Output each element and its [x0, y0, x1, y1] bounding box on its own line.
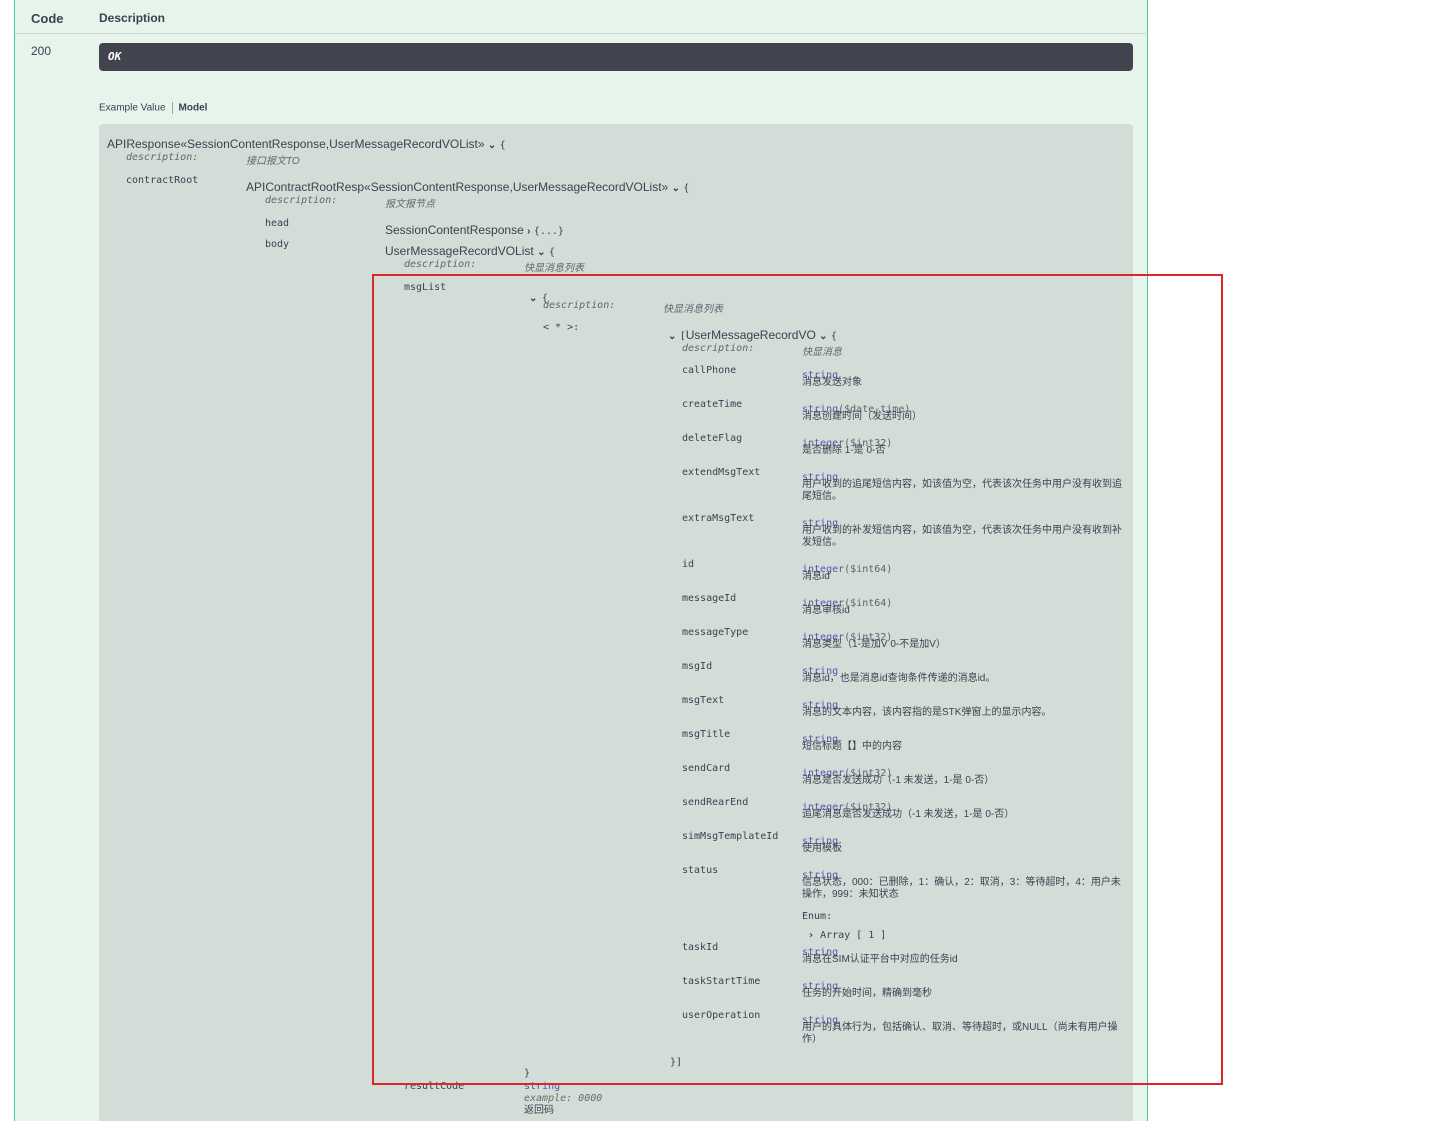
open-brace: { — [499, 140, 506, 151]
property-resultcode: resultCode — [404, 1081, 465, 1092]
description-key: description: — [682, 343, 755, 354]
example-model-tabs: Example Value Model — [99, 102, 207, 114]
property-name: messageId — [682, 593, 737, 604]
response-description-markdown: OK — [99, 43, 1133, 71]
open-brace: { — [548, 247, 555, 258]
property-description: 短信标题【】中的内容 — [802, 741, 902, 752]
property-name: msgId — [682, 661, 713, 672]
property-description: 用户收到的追尾短信内容，如该值为空，代表该次任务中用户没有收到追尾短信。 — [802, 479, 1122, 502]
property-name: id — [682, 559, 695, 570]
property-name: deleteFlag — [682, 433, 743, 444]
property-description: 用户的具体行为，包括确认、取消、等待超时，或NULL（尚未有用户操作） — [802, 1022, 1118, 1045]
property-name: createTime — [682, 399, 743, 410]
msglist-description: 快显消息列表 — [663, 304, 723, 315]
chevron-down-icon[interactable]: ⌄ — [672, 183, 680, 194]
model-title-head[interactable]: SessionContentResponse › {...} — [385, 223, 564, 237]
resultcode-example: example: 0000 — [524, 1093, 603, 1104]
chevron-down-icon[interactable]: ⌄ — [819, 331, 827, 342]
property-description: 消息是否发送成功（-1 未发送，1-是 0-否） — [802, 775, 995, 786]
property-body: body — [265, 239, 290, 250]
description-key: description: — [126, 152, 199, 163]
resultcode-type: string — [524, 1081, 561, 1092]
model-name: APIContractRootResp«SessionContentRespon… — [246, 180, 669, 194]
open-brace: { — [830, 331, 837, 342]
model-title-body[interactable]: UserMessageRecordVOList ⌄ { — [385, 244, 555, 258]
property-name: sendCard — [682, 763, 731, 774]
property-description: 信息状态，000：已删除，1：确认，2：取消，3：等待超时，4：用户未操作，99… — [802, 877, 1121, 900]
header-divider — [15, 33, 1149, 34]
property-description: 是否删除 1-是 0-否 — [802, 445, 886, 456]
property-name: status — [682, 865, 719, 876]
property-msglist: msgList — [404, 282, 447, 293]
description-key: description: — [404, 259, 477, 270]
description-column-header: Description — [99, 11, 166, 25]
property-name: msgTitle — [682, 729, 731, 740]
model-title-root[interactable]: APIResponse«SessionContentResponse,UserM… — [107, 137, 506, 151]
property-description: 消息审核id — [802, 605, 850, 616]
enum-array-toggle[interactable]: › Array [ 1 ] — [808, 930, 886, 941]
property-name: messageType — [682, 627, 749, 638]
property-description: 消息id，也是消息id查询条件传递的消息id。 — [802, 673, 996, 684]
root-description: 接口报文TO — [246, 156, 300, 167]
tab-model[interactable]: Model — [179, 103, 208, 114]
body-description: 快显消息列表 — [524, 263, 584, 274]
property-name: taskStartTime — [682, 976, 761, 987]
chevron-right-icon[interactable]: › — [527, 226, 530, 237]
response-status: OK — [108, 50, 122, 63]
property-name: extraMsgText — [682, 513, 755, 524]
property-description: 追尾消息是否发送成功（-1 未发送，1-是 0-否） — [802, 809, 1015, 820]
model-name: UserMessageRecordVOList — [385, 244, 534, 258]
property-description: 消息在SIM认证平台中对应的任务id — [802, 954, 958, 965]
model-name: UserMessageRecordVO — [685, 328, 816, 342]
property-description: 消息创建时间（发送时间） — [802, 411, 922, 422]
description-key: description: — [265, 195, 338, 206]
tab-example-value[interactable]: Example Value — [99, 103, 166, 114]
model-name: SessionContentResponse — [385, 223, 524, 237]
msglist-close-brace: } — [524, 1068, 531, 1079]
property-contractroot: contractRoot — [126, 175, 199, 186]
property-name: simMsgTemplateId — [682, 831, 779, 842]
model-name: APIResponse«SessionContentResponse,UserM… — [107, 137, 485, 151]
property-description: 消息发送对象 — [802, 377, 862, 388]
property-name: userOperation — [682, 1010, 761, 1021]
model-box — [99, 124, 1133, 1121]
map-key: < * >: — [543, 322, 580, 333]
chevron-down-icon[interactable]: ⌄ — [668, 331, 676, 342]
property-description: 消息的文本内容，该内容指的是STK弹窗上的显示内容。 — [802, 707, 1052, 718]
property-description: 消息类型（1-是加V 0-不是加V） — [802, 639, 946, 650]
property-description: 任务的开始时间，精确到毫秒 — [802, 988, 932, 999]
enum-array: Array [ 1 ] — [820, 930, 887, 941]
code-column-header: Code — [31, 11, 64, 26]
description-key: description: — [543, 300, 616, 311]
property-description: 用户收到的补发短信内容，如该值为空，代表该次任务中用户没有收到补发短信。 — [802, 525, 1122, 548]
collapsed-braces: {...} — [533, 226, 564, 237]
contract-description: 报文报节点 — [385, 199, 435, 210]
property-head: head — [265, 218, 290, 229]
open-brace: { — [683, 183, 690, 194]
enum-label: Enum: — [802, 911, 833, 922]
response-code: 200 — [31, 44, 52, 58]
property-description: 使用模板 — [802, 843, 842, 854]
model-title-item[interactable]: ⌄ [UserMessageRecordVO ⌄ { — [668, 328, 837, 342]
item-close-brace: }] — [670, 1057, 683, 1068]
resultcode-description: 返回码 — [524, 1105, 554, 1116]
chevron-down-icon[interactable]: ⌄ — [488, 140, 496, 151]
property-name: taskId — [682, 942, 719, 953]
model-title-contract[interactable]: APIContractRootResp«SessionContentRespon… — [246, 180, 689, 194]
chevron-down-icon[interactable]: ⌄ — [529, 293, 537, 304]
chevron-down-icon[interactable]: ⌄ — [537, 247, 545, 258]
property-name: sendRearEnd — [682, 797, 749, 808]
property-name: msgText — [682, 695, 725, 706]
chevron-right-icon[interactable]: › — [808, 930, 814, 941]
tab-divider — [171, 102, 173, 114]
property-name: extendMsgText — [682, 467, 761, 478]
item-description: 快显消息 — [802, 347, 842, 358]
property-name: callPhone — [682, 365, 737, 376]
property-description: 消息id — [802, 571, 830, 582]
